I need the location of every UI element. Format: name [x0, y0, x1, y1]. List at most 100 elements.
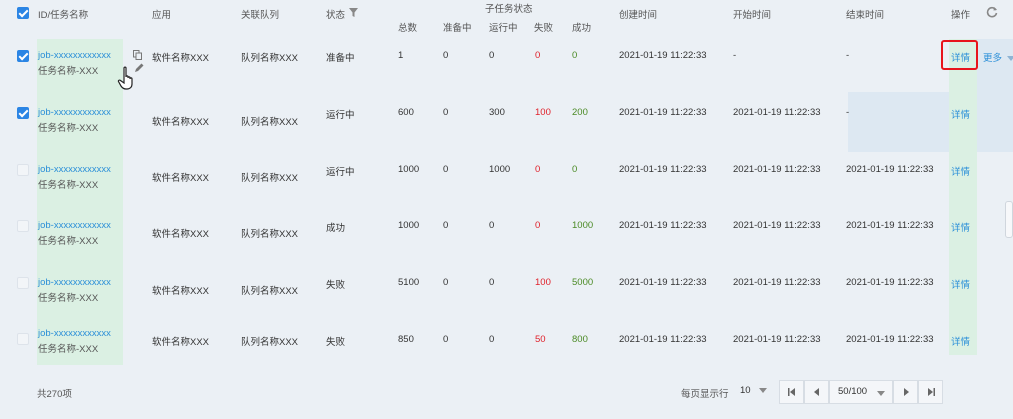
success-count: 0 — [572, 50, 578, 61]
next-page-icon — [903, 388, 909, 396]
started-time: 2021-01-19 11:22:33 — [733, 164, 821, 175]
header-app: 应用 — [152, 10, 172, 21]
job-id-link[interactable]: job-xxxxxxxxxxxx — [38, 277, 111, 288]
refresh-icon[interactable] — [986, 6, 998, 21]
detail-button[interactable]: 详情 — [951, 220, 970, 234]
task-name: 任务名称-XXX — [38, 66, 99, 77]
status-text: 失败 — [326, 280, 346, 291]
page-select[interactable]: 50/100 — [829, 380, 893, 404]
job-id-link[interactable]: job-xxxxxxxxxxxx — [38, 164, 111, 175]
queue-name: 队列名称XXX — [241, 53, 299, 64]
ended-time: 2021-01-19 11:22:33 — [846, 220, 934, 231]
filter-icon[interactable] — [349, 8, 358, 20]
total-count: 1000 — [398, 164, 420, 175]
ended-time: 2021-01-19 11:22:33 — [846, 334, 934, 345]
row-checkbox[interactable] — [17, 277, 29, 289]
prev-page-button[interactable] — [804, 380, 829, 404]
total-count: 850 — [398, 334, 414, 345]
created-time: 2021-01-19 11:22:33 — [619, 50, 707, 61]
per-page-value: 10 — [740, 385, 751, 396]
status-text: 失败 — [326, 337, 346, 348]
detail-button[interactable]: 详情 — [951, 164, 970, 178]
header-ended: 结束时间 — [846, 10, 885, 21]
started-time: 2021-01-19 11:22:33 — [733, 334, 821, 345]
queue-name: 队列名称XXX — [241, 117, 299, 128]
preparing-count: 0 — [443, 277, 449, 288]
row-checkbox[interactable] — [17, 220, 29, 232]
last-page-icon — [927, 388, 935, 396]
success-count: 5000 — [572, 277, 594, 288]
more-dropdown[interactable]: 更多 — [983, 50, 1013, 64]
running-count: 0 — [489, 220, 495, 231]
status-text: 运行中 — [326, 110, 355, 121]
per-page-select[interactable]: 10 — [740, 385, 768, 396]
header-status: 状态 — [326, 10, 346, 21]
ended-time: - — [846, 107, 850, 118]
header-success: 成功 — [572, 23, 592, 34]
select-all-checkbox[interactable] — [17, 7, 29, 19]
header-started: 开始时间 — [733, 10, 772, 21]
scrollbar-thumb[interactable] — [1005, 201, 1013, 238]
header-subtask-group: 子任务状态 — [485, 4, 533, 15]
copy-icon[interactable] — [133, 50, 142, 63]
job-id-link[interactable]: job-xxxxxxxxxxxx — [38, 328, 111, 339]
preparing-count: 0 — [443, 334, 449, 345]
total-count: 1000 — [398, 220, 420, 231]
total-count: 5100 — [398, 277, 420, 288]
task-name: 任务名称-XXX — [38, 180, 99, 191]
queue-name: 队列名称XXX — [241, 229, 299, 240]
started-time: 2021-01-19 11:22:33 — [733, 220, 821, 231]
job-id-link[interactable]: job-xxxxxxxxxxxx — [38, 107, 111, 118]
app-name: 软件名称XXX — [152, 286, 210, 297]
row-checkbox[interactable] — [17, 50, 29, 62]
task-name: 任务名称-XXX — [38, 344, 99, 355]
more-label: 更多 — [983, 53, 1003, 64]
job-id-link[interactable]: job-xxxxxxxxxxxx — [38, 220, 111, 231]
running-count: 1000 — [489, 164, 511, 175]
header-created: 创建时间 — [619, 10, 658, 21]
queue-name: 队列名称XXX — [241, 337, 299, 348]
first-page-icon — [787, 388, 795, 396]
detail-button[interactable]: 详情 — [951, 277, 970, 291]
detail-button[interactable]: 详情 — [951, 334, 970, 348]
app-name: 软件名称XXX — [152, 53, 210, 64]
success-count: 800 — [572, 334, 588, 345]
ops-column-highlight — [949, 39, 977, 355]
chevron-down-icon — [759, 388, 768, 393]
next-page-button[interactable] — [893, 380, 918, 404]
ended-time: - — [846, 50, 850, 61]
created-time: 2021-01-19 11:22:33 — [619, 334, 707, 345]
header-running: 运行中 — [489, 23, 518, 34]
page-value: 50/100 — [838, 386, 868, 397]
header-preparing: 准备中 — [443, 23, 472, 34]
started-time: - — [733, 50, 737, 61]
row-checkbox[interactable] — [17, 164, 29, 176]
created-time: 2021-01-19 11:22:33 — [619, 277, 707, 288]
failed-count: 0 — [535, 50, 541, 61]
header-ops: 操作 — [951, 10, 971, 21]
header-failed: 失败 — [534, 23, 554, 34]
last-page-button[interactable] — [918, 380, 943, 404]
header-total: 总数 — [398, 23, 418, 34]
row-checkbox[interactable] — [17, 333, 29, 345]
ended-time: 2021-01-19 11:22:33 — [846, 277, 934, 288]
preparing-count: 0 — [443, 50, 449, 61]
app-name: 软件名称XXX — [152, 173, 210, 184]
prev-page-icon — [813, 388, 819, 396]
total-count: 1 — [398, 50, 404, 61]
failed-count: 100 — [535, 277, 551, 288]
preparing-count: 0 — [443, 107, 449, 118]
failed-count: 0 — [535, 220, 541, 231]
app-name: 软件名称XXX — [152, 229, 210, 240]
first-page-button[interactable] — [779, 380, 804, 404]
preparing-count: 0 — [443, 164, 449, 175]
created-time: 2021-01-19 11:22:33 — [619, 220, 707, 231]
detail-button[interactable]: 详情 — [951, 50, 970, 64]
started-time: 2021-01-19 11:22:33 — [733, 107, 821, 118]
row-checkbox[interactable] — [17, 107, 29, 119]
detail-button[interactable]: 详情 — [951, 107, 970, 121]
queue-name: 队列名称XXX — [241, 286, 299, 297]
failed-count: 100 — [535, 107, 551, 118]
job-id-link[interactable]: job-xxxxxxxxxxxx — [38, 50, 111, 61]
status-text: 成功 — [326, 223, 346, 234]
